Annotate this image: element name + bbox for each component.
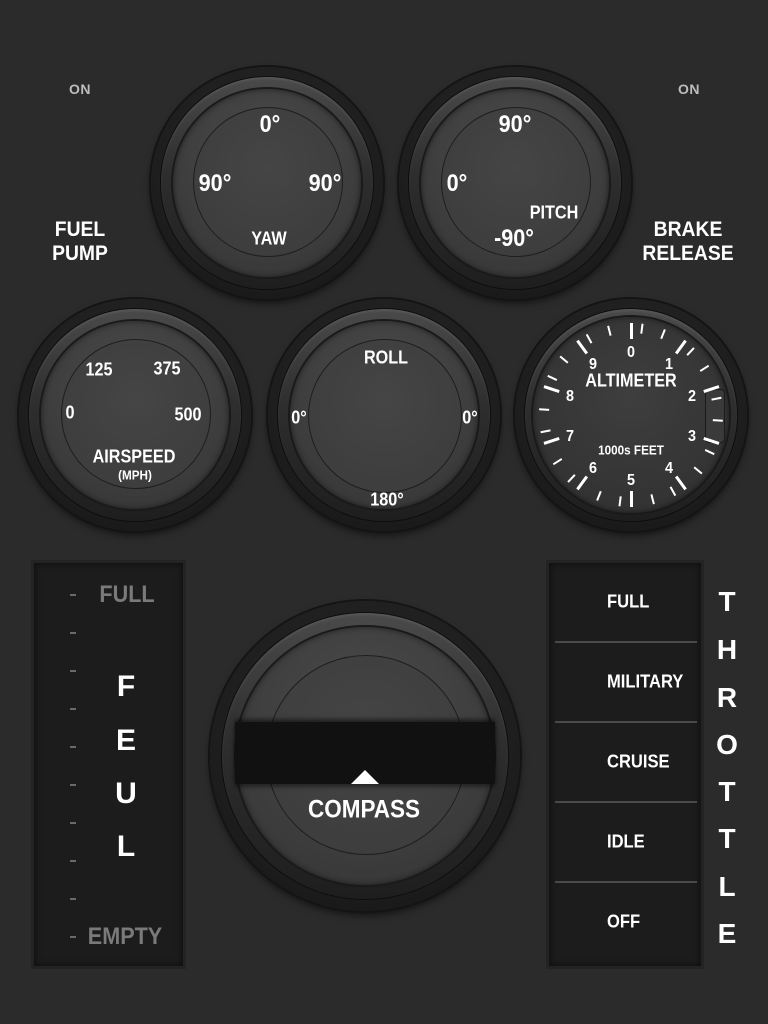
yaw-top-label: 0° xyxy=(259,111,281,138)
throttle-letter: H xyxy=(716,634,738,665)
fuel-letter: F xyxy=(116,670,136,703)
throttle-panel: FULL MILITARY CRUISE IDLE OFF xyxy=(549,563,701,966)
fuel-tick xyxy=(70,784,76,786)
altimeter-number: 1 xyxy=(664,356,673,374)
compass-title: COMPASS xyxy=(307,795,421,824)
fuel-tick xyxy=(70,708,76,710)
altimeter-number: 8 xyxy=(566,388,575,406)
throttle-option-full[interactable]: FULL xyxy=(555,563,697,643)
brake-release-state[interactable]: ON xyxy=(678,81,700,97)
throttle-option-cruise[interactable]: CRUISE xyxy=(555,723,697,803)
throttle-letter: O xyxy=(716,729,738,760)
throttle-letter: R xyxy=(716,682,738,713)
throttle-letter: L xyxy=(718,871,736,902)
fuel-pump-label-line2: PUMP xyxy=(52,242,108,265)
throttle-option-label: IDLE xyxy=(607,831,645,852)
fuel-tick xyxy=(70,746,76,748)
yaw-left-label: 90° xyxy=(198,170,232,197)
fuel-letter: E xyxy=(115,724,137,757)
brake-release-label-line2: RELEASE xyxy=(642,242,734,265)
pitch-left-label: 0° xyxy=(446,170,468,197)
roll-title: ROLL xyxy=(363,347,409,368)
altimeter-gauge: ALTIMETER 1000s FEET 0 12 34 5 67 89 xyxy=(515,299,747,531)
fuel-tick xyxy=(70,936,76,938)
airspeed-tick-375: 375 xyxy=(153,358,181,379)
fuel-empty-label: EMPTY xyxy=(87,923,163,950)
altimeter-unit: 1000s FEET xyxy=(598,442,664,458)
airspeed-unit: (MPH) xyxy=(118,467,152,483)
fuel-letter: U xyxy=(115,777,137,810)
throttle-letter: T xyxy=(718,823,736,854)
throttle-letter: T xyxy=(718,586,736,617)
fuel-tick xyxy=(70,670,76,672)
throttle-option-label: CRUISE xyxy=(607,751,670,772)
throttle-letter: E xyxy=(717,918,737,949)
compass-gauge: COMPASS xyxy=(210,601,520,911)
brake-release-label-line1: BRAKE xyxy=(653,218,723,241)
roll-left-label: 0° xyxy=(291,407,307,428)
roll-gauge: ROLL 0° 0° 180° xyxy=(268,299,500,531)
fuel-tick xyxy=(70,898,76,900)
throttle-option-label: OFF xyxy=(607,911,641,932)
fuel-pump-label-line1: FUEL xyxy=(54,218,106,241)
altimeter-number: 3 xyxy=(687,427,696,445)
throttle-option-idle[interactable]: IDLE xyxy=(555,803,697,883)
airspeed-tick-0: 0 xyxy=(65,402,75,423)
roll-bottom-label: 180° xyxy=(370,489,404,510)
altimeter-number: 6 xyxy=(589,459,598,477)
airspeed-tick-500: 500 xyxy=(174,404,202,425)
altimeter-number: 2 xyxy=(687,388,696,406)
fuel-pump-label: FUEL PUMP xyxy=(43,218,117,266)
roll-right-label: 0° xyxy=(462,407,478,428)
brake-release-label: BRAKE RELEASE xyxy=(633,218,743,266)
throttle-option-label: MILITARY xyxy=(607,671,684,692)
altimeter-number: 4 xyxy=(664,459,673,477)
altimeter-tick xyxy=(629,491,633,507)
pitch-gauge: 90° 0° PITCH -90° xyxy=(399,67,631,299)
altimeter-number: 5 xyxy=(626,472,636,489)
yaw-gauge: 0° 90° 90° YAW xyxy=(151,67,383,299)
airspeed-gauge: 125 375 0 500 AIRSPEED (MPH) xyxy=(19,299,251,531)
altimeter-number: 0 xyxy=(626,344,636,361)
fuel-letter: L xyxy=(116,830,136,863)
airspeed-title: AIRSPEED xyxy=(92,446,176,467)
airspeed-tick-125: 125 xyxy=(85,359,113,380)
yaw-right-label: 90° xyxy=(308,170,342,197)
compass-pointer-icon xyxy=(351,770,379,784)
altimeter-number: 7 xyxy=(566,427,575,445)
throttle-letter: T xyxy=(718,776,736,807)
fuel-full-label: FULL xyxy=(99,581,155,608)
yaw-title: YAW xyxy=(251,228,287,249)
throttle-option-military[interactable]: MILITARY xyxy=(555,643,697,723)
fuel-tick xyxy=(70,860,76,862)
fuel-tick xyxy=(70,632,76,634)
fuel-pump-state[interactable]: ON xyxy=(69,81,91,97)
altimeter-tick xyxy=(629,323,633,339)
altimeter-title: ALTIMETER xyxy=(585,370,677,391)
throttle-option-label: FULL xyxy=(607,591,650,612)
altimeter-number: 9 xyxy=(589,356,598,374)
pitch-top-label: 90° xyxy=(498,111,532,138)
fuel-level-panel: FULL EMPTY F E U L xyxy=(34,563,183,966)
pitch-title: PITCH xyxy=(529,202,579,223)
throttle-option-off[interactable]: OFF xyxy=(555,883,697,961)
fuel-tick xyxy=(70,594,76,596)
pitch-bottom-label: -90° xyxy=(494,225,534,252)
fuel-tick xyxy=(70,822,76,824)
